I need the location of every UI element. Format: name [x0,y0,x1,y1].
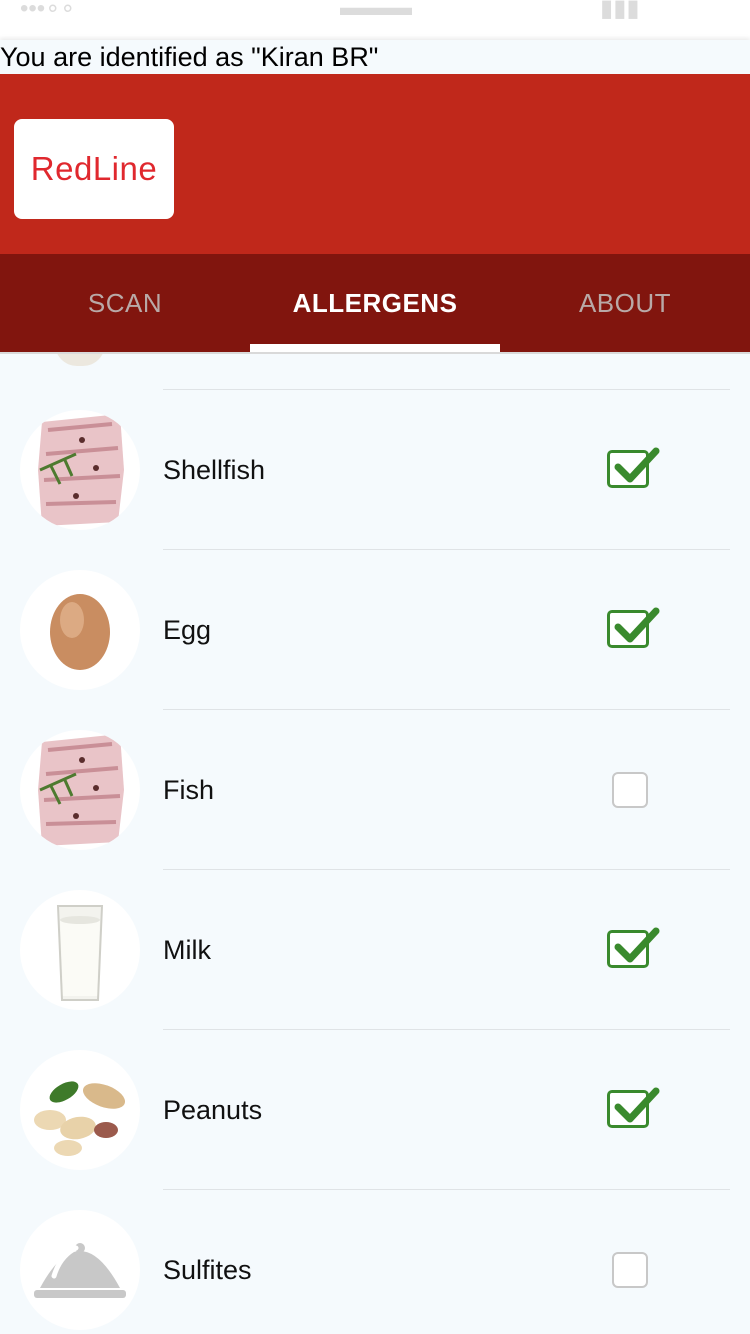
list-item-peanuts[interactable]: Peanuts [0,1030,750,1190]
list-item-fish[interactable]: Fish [0,710,750,870]
list-item-shellfish[interactable]: Shellfish [0,390,750,550]
fish-fillet-icon [20,730,140,850]
tab-bar: SCAN ALLERGENS ABOUT [0,254,750,352]
allergen-checkbox[interactable] [607,607,660,648]
list-item-egg[interactable]: Egg [0,550,750,710]
tab-about[interactable]: ABOUT [500,254,750,352]
checkmark-icon [614,447,660,483]
battery-icon: ▮▮▮ [600,0,640,22]
tab-about-label: ABOUT [578,287,672,318]
checkmark-icon [614,927,660,963]
tab-scan[interactable]: SCAN [0,254,250,352]
list-item-milk[interactable]: Milk [0,870,750,1030]
tab-scan-label: SCAN [87,287,163,318]
redline-logo: RedLine [14,119,174,219]
checkmark-icon [614,607,660,643]
list-item-sulfites[interactable]: Sulfites [0,1190,750,1334]
allergen-name: Peanuts [163,1095,263,1125]
app-header: RedLine [0,74,750,254]
signal-indicator: •••∘∘ [20,0,76,22]
allergen-name: Fish [163,775,215,805]
logo-text: RedLine [30,150,158,187]
status-bar: •••∘∘ ▬▬▬ ▮▮▮ [0,0,750,40]
tab-allergens[interactable]: ALLERGENS [250,254,500,352]
milk-glass-icon [20,890,140,1010]
allergen-name: Shellfish [163,455,266,485]
clock: ▬▬▬ [340,0,412,21]
allergen-list[interactable]: Shellfish Egg Fish Milk Peanuts Sulfites [0,354,750,1334]
egg-icon [20,570,140,690]
allergen-checkbox[interactable] [607,447,660,488]
allergen-checkbox[interactable] [607,1087,660,1128]
food-cloche-icon [20,1210,140,1330]
identity-banner: You are identified as "Kiran BR" [0,40,750,74]
allergen-name: Milk [163,935,211,965]
allergen-name: Egg [163,615,212,645]
allergen-name: Sulfites [163,1255,252,1285]
peanuts-icon [20,1050,140,1170]
tab-allergens-label: ALLERGENS [292,287,458,318]
active-tab-indicator [250,344,500,352]
checkmark-icon [614,1087,660,1123]
list-item-partial [0,354,750,390]
allergen-checkbox[interactable] [612,1252,648,1288]
allergen-checkbox[interactable] [607,927,660,968]
fish-fillet-icon [20,410,140,530]
allergen-checkbox[interactable] [612,772,648,808]
